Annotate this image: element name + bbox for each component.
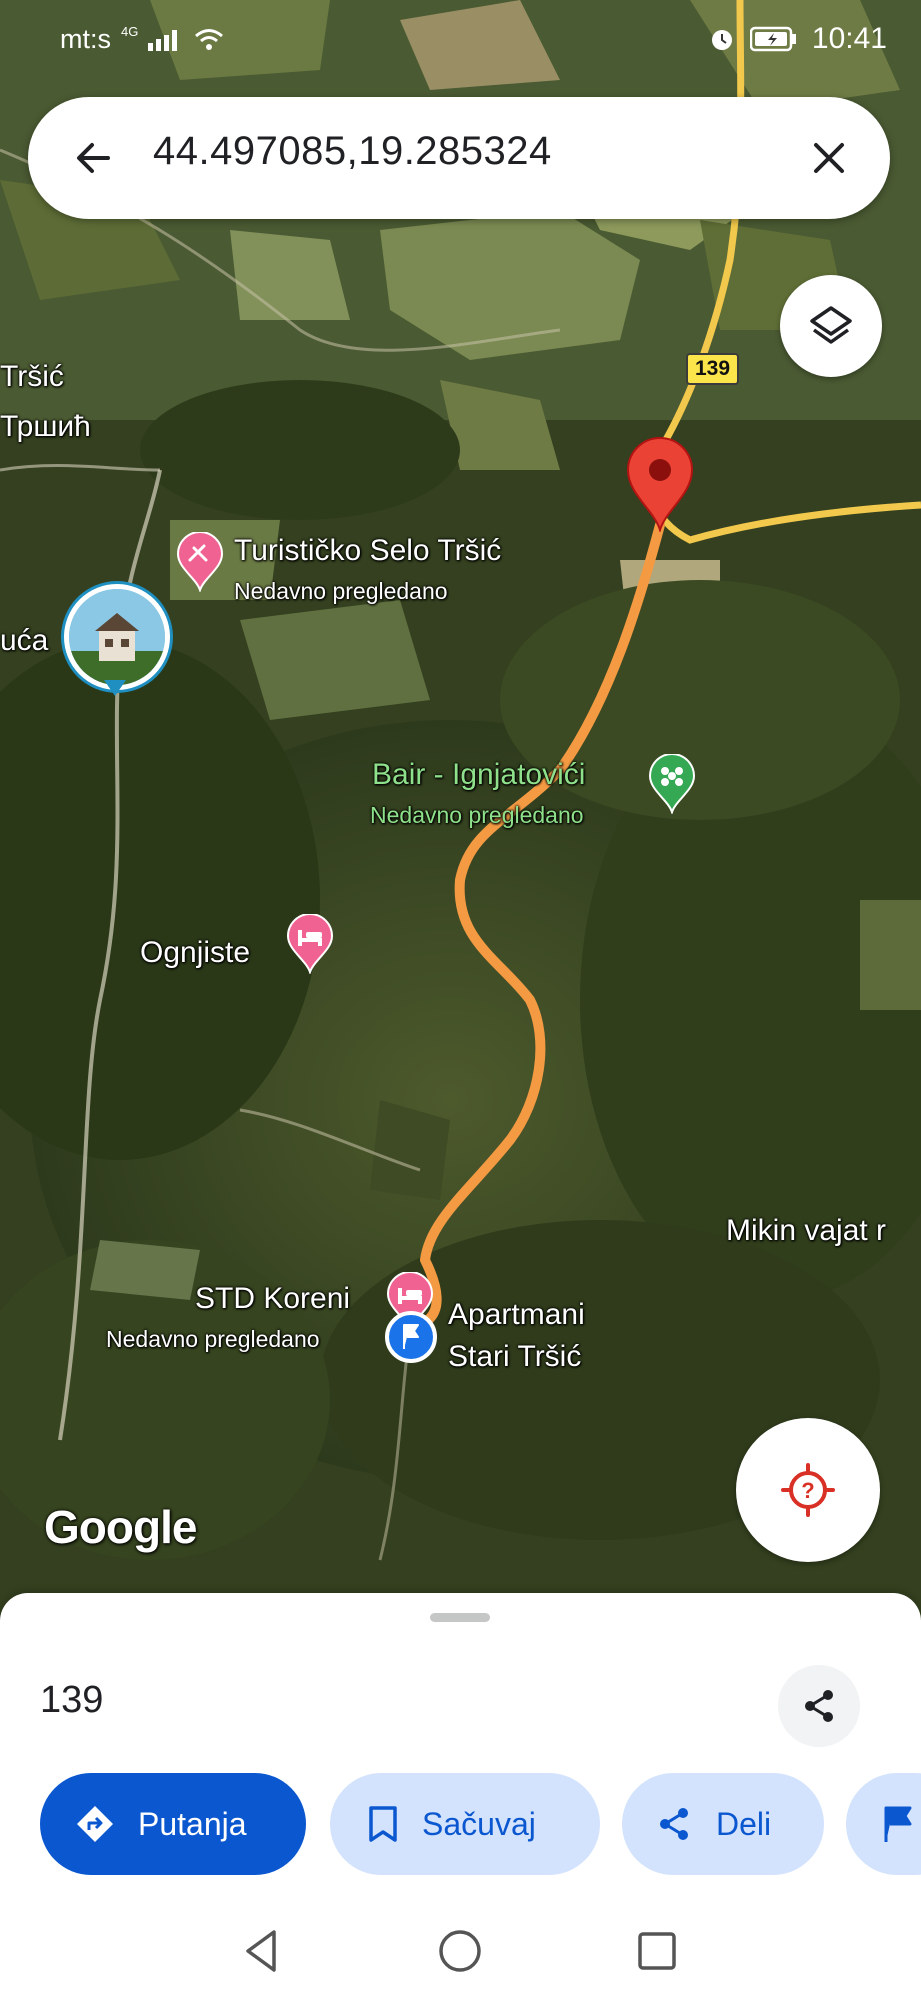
house-photo-icon [69,589,165,685]
bookmark-icon [369,1806,397,1842]
clock: 10:41 [811,22,887,55]
share-icon [660,1808,688,1840]
carrier-label: mt:s [60,24,111,54]
place-label-ognjiste[interactable]: Ognjiste [140,936,250,970]
search-query[interactable]: 44.497085,19.285324 [153,129,552,174]
share-icon [805,1690,833,1722]
nav-back-icon[interactable] [236,1926,286,1976]
place-label-trsic-cyrillic[interactable]: Тршић [0,410,91,444]
flag-chip-button[interactable] [846,1773,921,1875]
save-label: Sačuvaj [422,1805,536,1842]
share-button[interactable] [778,1665,860,1747]
my-location-button[interactable]: ? [736,1418,880,1562]
layers-icon [810,306,852,344]
place-label-bair-ignjatovici[interactable]: Bair - Ignjatovići [372,758,585,792]
signal-icon [148,29,178,51]
place-label-turisticko-selo[interactable]: Turističko Selo Tršić [234,534,501,568]
nav-home-icon[interactable] [435,1926,485,1976]
svg-text:?: ? [801,1478,814,1503]
road-shield: 139 [686,353,740,385]
network-label: 4G [121,24,139,39]
place-subtitle-turisticko-selo: Nedavno pregledano [234,578,448,604]
directions-icon [77,1806,113,1842]
alarm-icon [711,30,732,50]
share-label: Deli [716,1805,772,1842]
close-icon[interactable] [806,135,852,181]
map-view[interactable]: mt:s 4G 10:41 44.497085,19.285324 139 Tr… [0,0,921,1620]
wifi-icon [195,28,224,50]
lodging-pin-icon[interactable] [286,914,334,974]
layers-button[interactable] [780,275,882,377]
directions-button[interactable]: Putanja [40,1773,306,1875]
dropped-pin-icon[interactable] [624,436,696,532]
place-label-trsic[interactable]: Tršić [0,360,64,394]
place-title: 139 [40,1679,104,1721]
arrow-back-icon[interactable] [68,133,118,183]
save-button[interactable]: Sačuvaj [330,1773,600,1875]
place-label-apartmani[interactable]: Apartmani [448,1298,585,1332]
battery-icon [749,26,796,52]
place-label-mikin-vajat[interactable]: Mikin vajat r [726,1214,886,1248]
nav-recents-icon[interactable] [632,1926,682,1976]
share-chip-button[interactable]: Deli [622,1773,824,1875]
photo-pin[interactable] [64,584,170,690]
system-navigation-bar [0,1900,921,2000]
location-unknown-icon: ? [781,1463,835,1517]
place-subtitle-std-koreni: Nedavno pregledano [106,1326,320,1352]
place-label-uca[interactable]: uća [0,624,48,658]
directions-label: Putanja [138,1805,247,1842]
drag-handle[interactable] [430,1613,490,1622]
search-bar[interactable]: 44.497085,19.285324 [28,97,890,219]
photo-pin-tail-icon [104,680,126,696]
route-start-flag-icon[interactable] [384,1310,438,1364]
flag-icon [884,1806,912,1842]
place-subtitle-bair-ignjatovici: Nedavno pregledano [370,802,584,828]
place-label-std-koreni[interactable]: STD Koreni [195,1282,350,1316]
attraction-pin-icon[interactable] [176,532,224,592]
google-logo: Google [44,1501,197,1553]
status-bar: mt:s 4G 10:41 [0,0,921,78]
place-label-stari-trsic[interactable]: Stari Tršić [448,1340,581,1374]
park-pin-icon[interactable] [648,754,696,814]
